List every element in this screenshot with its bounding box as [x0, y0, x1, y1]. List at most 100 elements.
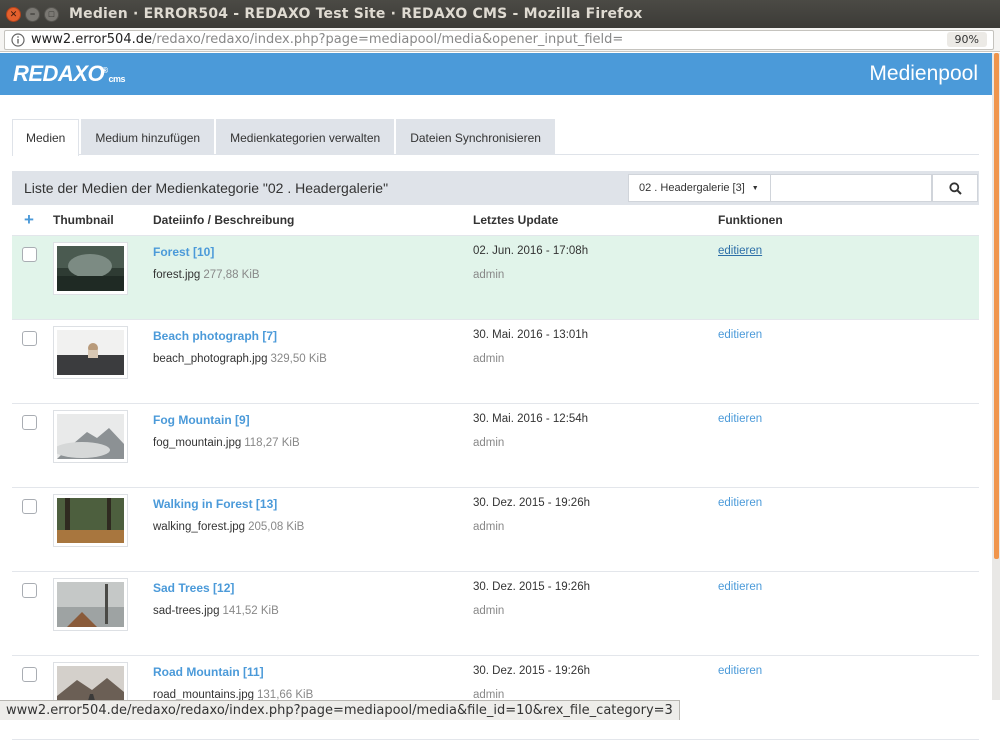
media-title[interactable]: Beach photograph [7] [153, 329, 277, 343]
media-filename: forest.jpg 277,88 KiB [153, 269, 260, 281]
category-select[interactable]: 02 . Headergalerie [3] ▼ [628, 174, 771, 202]
mediapool-tabs: Medien Medium hinzufügen Medienkategorie… [12, 119, 979, 156]
media-filename: walking_forest.jpg 205,08 KiB [153, 521, 304, 533]
tab-medienkategorien[interactable]: Medienkategorien verwalten [216, 119, 395, 155]
page-scrollbar[interactable] [992, 53, 1000, 700]
updated-date: 30. Dez. 2015 - 19:26h [473, 665, 590, 677]
media-filename: beach_photograph.jpg 329,50 KiB [153, 353, 327, 365]
logo-text: REDAXO [13, 61, 105, 86]
header-updated: Letztes Update [473, 213, 559, 227]
walking-forest-thumbnail-image [57, 498, 124, 543]
updated-user: admin [473, 269, 505, 281]
row-checkbox[interactable] [22, 499, 37, 514]
media-filename: fog_mountain.jpg 118,27 KiB [153, 437, 300, 449]
media-title[interactable]: Sad Trees [12] [153, 581, 234, 595]
media-table: + Thumbnail Dateiinfo / Beschreibung Let… [12, 205, 979, 740]
logo-registered-icon: ® [102, 66, 108, 75]
filename-text: walking_forest.jpg [153, 521, 246, 533]
tab-medium-hinzufuegen[interactable]: Medium hinzufügen [81, 119, 215, 155]
media-title[interactable]: Forest [10] [153, 245, 214, 259]
fog-thumbnail-image [54, 414, 124, 459]
search-input[interactable] [771, 174, 932, 202]
updated-date: 30. Mai. 2016 - 13:01h [473, 329, 589, 341]
table-row[interactable]: Forest [10] forest.jpg 277,88 KiB 02. Jun… [12, 236, 979, 320]
updated-user: admin [473, 605, 505, 617]
search-button[interactable] [932, 174, 978, 202]
sad-trees-thumbnail-image [57, 582, 124, 627]
scrollbar-thumb[interactable] [994, 53, 999, 559]
updated-user: admin [473, 521, 505, 533]
url-path: /redaxo/redaxo/index.php?page=mediapool/… [151, 32, 624, 47]
table-row[interactable]: Walking in Forest [13] walking_forest.jp… [12, 488, 979, 572]
window-maximize-button[interactable]: □ [44, 6, 59, 22]
caret-down-icon: ▼ [751, 184, 759, 192]
row-checkbox[interactable] [22, 415, 37, 430]
url-field[interactable]: www2.error504.de/redaxo/redaxo/index.php… [4, 29, 994, 50]
table-row[interactable]: Road Mountain [11] road_mountains.jpg 131… [12, 656, 979, 740]
media-title[interactable]: Road Mountain [11] [153, 665, 264, 679]
edit-link[interactable]: editieren [718, 329, 762, 341]
filesize: 141,52 KiB [222, 605, 279, 617]
site-info-icon[interactable] [5, 32, 31, 47]
forest-thumbnail-image [57, 246, 124, 291]
header-info: Dateiinfo / Beschreibung [153, 213, 295, 227]
filesize: 277,88 KiB [203, 269, 260, 281]
edit-link[interactable]: editieren [718, 581, 762, 593]
filesize: 329,50 KiB [270, 353, 327, 365]
edit-link[interactable]: editieren [718, 665, 762, 677]
row-checkbox[interactable] [22, 331, 37, 346]
search-icon [948, 181, 962, 195]
thumbnail[interactable] [53, 494, 128, 547]
table-header: + Thumbnail Dateiinfo / Beschreibung Let… [12, 205, 979, 236]
thumbnail[interactable] [53, 410, 128, 463]
updated-date: 30. Mai. 2016 - 12:54h [473, 413, 589, 425]
app-header: REDAXO ® cms Medienpool [0, 53, 992, 95]
updated-user: admin [473, 437, 505, 449]
updated-date: 30. Dez. 2015 - 19:26h [473, 497, 590, 509]
header-functions: Funktionen [718, 213, 783, 227]
add-media-icon[interactable]: + [24, 210, 34, 230]
filename-text: fog_mountain.jpg [153, 437, 242, 449]
panel-title: Liste der Medien der Medienkategorie "02… [24, 180, 389, 196]
tab-dateien-synchronisieren[interactable]: Dateien Synchronisieren [396, 119, 555, 155]
filename-text: forest.jpg [153, 269, 201, 281]
table-row[interactable]: Fog Mountain [9] fog_mountain.jpg 118,27 … [12, 404, 979, 488]
thumbnail[interactable] [53, 326, 128, 379]
table-row[interactable]: Beach photograph [7] beach_photograph.jp… [12, 320, 979, 404]
window-controls: ✕ − □ [6, 6, 59, 22]
table-row[interactable]: Sad Trees [12] sad-trees.jpg 141,52 KiB 3… [12, 572, 979, 656]
thumbnail[interactable] [53, 578, 128, 631]
media-filename: sad-trees.jpg 141,52 KiB [153, 605, 279, 617]
media-title[interactable]: Fog Mountain [9] [153, 413, 250, 427]
edit-link[interactable]: editieren [718, 497, 762, 509]
edit-link[interactable]: editieren [718, 245, 762, 257]
window-close-button[interactable]: ✕ [6, 6, 21, 22]
filename-text: sad-trees.jpg [153, 605, 220, 617]
media-title[interactable]: Walking in Forest [13] [153, 497, 277, 511]
window-titlebar: ✕ − □ Medien · ERROR504 - REDAXO Test Si… [0, 0, 1000, 28]
updated-date: 02. Jun. 2016 - 17:08h [473, 245, 589, 257]
logo-suffix: cms [108, 74, 126, 84]
redaxo-logo[interactable]: REDAXO ® cms [13, 61, 126, 87]
row-checkbox[interactable] [22, 247, 37, 262]
updated-date: 30. Dez. 2015 - 19:26h [473, 581, 590, 593]
window-title: Medien · ERROR504 - REDAXO Test Site · R… [69, 6, 643, 22]
filesize: 205,08 KiB [248, 521, 305, 533]
page-title: Medienpool [869, 62, 978, 85]
edit-link[interactable]: editieren [718, 413, 762, 425]
window-minimize-button[interactable]: − [25, 6, 40, 22]
panel-heading: Liste der Medien der Medienkategorie "02… [12, 171, 979, 205]
browser-urlbar: www2.error504.de/redaxo/redaxo/index.php… [0, 28, 1000, 52]
beach-thumbnail-image [57, 330, 124, 375]
row-checkbox[interactable] [22, 583, 37, 598]
row-checkbox[interactable] [22, 667, 37, 682]
filesize: 118,27 KiB [244, 437, 300, 449]
browser-status-bar: www2.error504.de/redaxo/redaxo/index.php… [0, 700, 680, 720]
url-host: www2.error504.de [31, 32, 152, 47]
thumbnail[interactable] [53, 242, 128, 295]
header-thumbnail: Thumbnail [53, 213, 114, 227]
filename-text: beach_photograph.jpg [153, 353, 268, 365]
category-select-value: 02 . Headergalerie [3] [639, 182, 745, 194]
zoom-indicator[interactable]: 90% [946, 32, 987, 47]
tab-medien[interactable]: Medien [12, 119, 80, 156]
